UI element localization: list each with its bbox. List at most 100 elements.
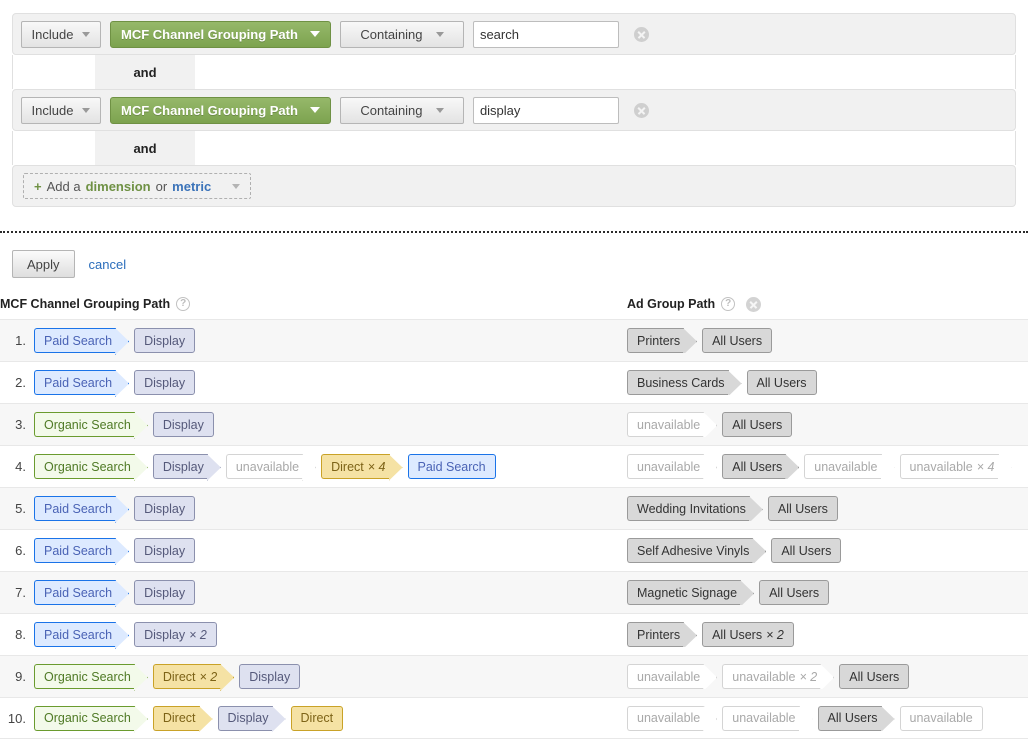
path-chip[interactable]: Organic Search [34,664,135,689]
filter-value-input-2[interactable] [472,96,619,124]
path-chip[interactable]: Magnetic Signage [627,580,742,605]
path-chip[interactable]: Direct [152,705,200,731]
path-chip[interactable]: Display [152,412,214,437]
path-chip-label: Business Cards [637,375,725,390]
table-row: 9. Organic Search Direct × 2 Display unavaila… [0,655,1028,697]
dimension-label-1: MCF Channel Grouping Path [121,26,298,42]
path-chip[interactable]: Display [134,496,196,521]
dimension-button-1[interactable]: MCF Channel Grouping Path [110,20,331,48]
cell-ad-group-path: unavailable All Users [627,412,1028,437]
path-chip-label: Display [162,417,204,432]
plus-icon: + [34,178,42,194]
cell-ad-group-path: Business Cards All Users [627,370,1028,395]
and-row-1: and [12,55,1016,89]
path-chip[interactable]: Printers [627,328,685,353]
path-chip[interactable]: unavailable × 2 [722,664,822,689]
path-chip[interactable]: Display [217,705,273,731]
remove-column-icon[interactable] [746,296,762,312]
path-chip[interactable]: All Users [759,580,830,605]
cell-ad-group-path: Magnetic Signage All Users [627,580,1028,605]
path-chip[interactable]: Display [134,328,196,353]
path-chip[interactable]: unavailable [627,705,705,731]
remove-filter-icon-1[interactable] [633,26,649,42]
path-chip[interactable]: Paid Search [34,538,117,563]
table-row: 4. Organic Search Display unavailable Direct… [0,445,1028,487]
path-chip[interactable]: Direct × 2 [152,664,226,692]
path-chip[interactable]: Direct [290,705,344,731]
row-index: 4. [15,459,26,474]
cell-ad-group-path: Printers All Users × 2 [627,622,1028,647]
path-chip-label: All Users [712,333,763,348]
filter-builder: Include MCF Channel Grouping Path Contai… [0,13,1028,281]
path-chip[interactable]: Display [134,538,196,563]
path-chip[interactable]: Organic Search [34,454,135,479]
path-chip[interactable]: unavailable [627,412,705,437]
cell-mcf-channel-grouping-path: Paid Search Display [34,538,627,563]
path-chip[interactable]: Organic Search [34,412,135,437]
help-icon[interactable]: ? [176,297,191,311]
path-chip[interactable]: unavailable [225,454,304,479]
path-chip-label: Wedding Invitations [637,501,746,516]
path-chip[interactable]: All Users [746,370,817,395]
path-chip[interactable]: All Users [722,454,787,479]
path-chip-label: Paid Search [44,333,113,348]
add-dimension-or-metric-button[interactable]: + Add a dimension or metric [23,173,252,199]
path-chip[interactable]: Wedding Invitations [627,496,750,521]
table-row: 8. Paid Search Display × 2 Printers All Users… [0,613,1028,655]
path-chip-label: Paid Search [44,585,113,600]
path-chip-label: unavailable [909,459,973,474]
path-chip[interactable]: Display [152,454,208,479]
row-index: 3. [15,417,26,432]
dimension-button-2[interactable]: MCF Channel Grouping Path [110,96,331,124]
path-chip[interactable]: Display [134,580,196,605]
path-chip[interactable]: All Users [817,705,882,731]
path-chip[interactable]: Organic Search [34,705,135,731]
path-chip[interactable]: Paid Search [34,328,117,353]
and-row-2: and [12,131,1016,165]
include-dropdown-2[interactable]: Include [21,96,101,124]
filter-value-input-1[interactable] [472,20,619,48]
path-chip[interactable]: All Users × 2 [702,622,797,647]
help-icon[interactable]: ? [721,297,736,311]
apply-bar: Apply cancel [0,233,1028,281]
path-chip[interactable]: unavailable × 4 [899,454,999,479]
path-chip[interactable]: Paid Search [34,622,117,647]
path-chip[interactable]: Paid Search [34,580,117,605]
path-chip[interactable]: unavailable [722,705,800,731]
include-dropdown-1[interactable]: Include [21,20,101,48]
path-chip[interactable]: All Users [839,664,910,689]
path-chip-label: unavailable [637,417,701,432]
path-chip[interactable]: All Users [767,496,838,521]
add-dimension-block: + Add a dimension or metric [12,165,1016,207]
path-chip[interactable]: unavailable [627,664,705,689]
path-chip[interactable]: All Users [771,538,842,563]
apply-button[interactable]: Apply [12,250,75,278]
path-chip[interactable]: Business Cards [627,370,729,395]
match-type-dropdown-2[interactable]: Containing [339,96,464,124]
path-chip-label: unavailable [637,711,701,725]
path-chip-label: Direct [162,669,196,684]
path-chip[interactable]: All Users [722,412,793,437]
path-chip[interactable]: Self Adhesive Vinyls [627,538,754,563]
cancel-link[interactable]: cancel [89,257,127,272]
path-chip[interactable]: Printers [627,622,685,647]
path-chip[interactable]: All Users [702,328,773,353]
path-chip[interactable]: Display × 2 [134,622,220,650]
cell-mcf-channel-grouping-path: Paid Search Display [34,580,627,605]
filter-row-1: Include MCF Channel Grouping Path Contai… [12,13,1016,55]
path-chip[interactable]: Paid Search [407,454,496,479]
match-type-dropdown-1[interactable]: Containing [339,20,464,48]
path-chip[interactable]: Paid Search [34,496,117,521]
remove-filter-icon-2[interactable] [633,102,649,118]
path-chip[interactable]: unavailable [627,454,705,479]
path-chip[interactable]: Paid Search [34,370,117,395]
path-chip-label: Direct [300,711,334,725]
path-chip[interactable]: unavailable [804,454,882,479]
path-chip[interactable]: Display [239,664,301,689]
row-index: 10. [7,710,26,726]
path-chip[interactable]: Direct × 4 [321,454,394,482]
path-chip-label: Paid Search [44,501,113,516]
path-chip[interactable]: unavailable [899,705,983,731]
path-chip[interactable]: Display [134,370,196,395]
path-chip-label: Direct [162,711,196,725]
